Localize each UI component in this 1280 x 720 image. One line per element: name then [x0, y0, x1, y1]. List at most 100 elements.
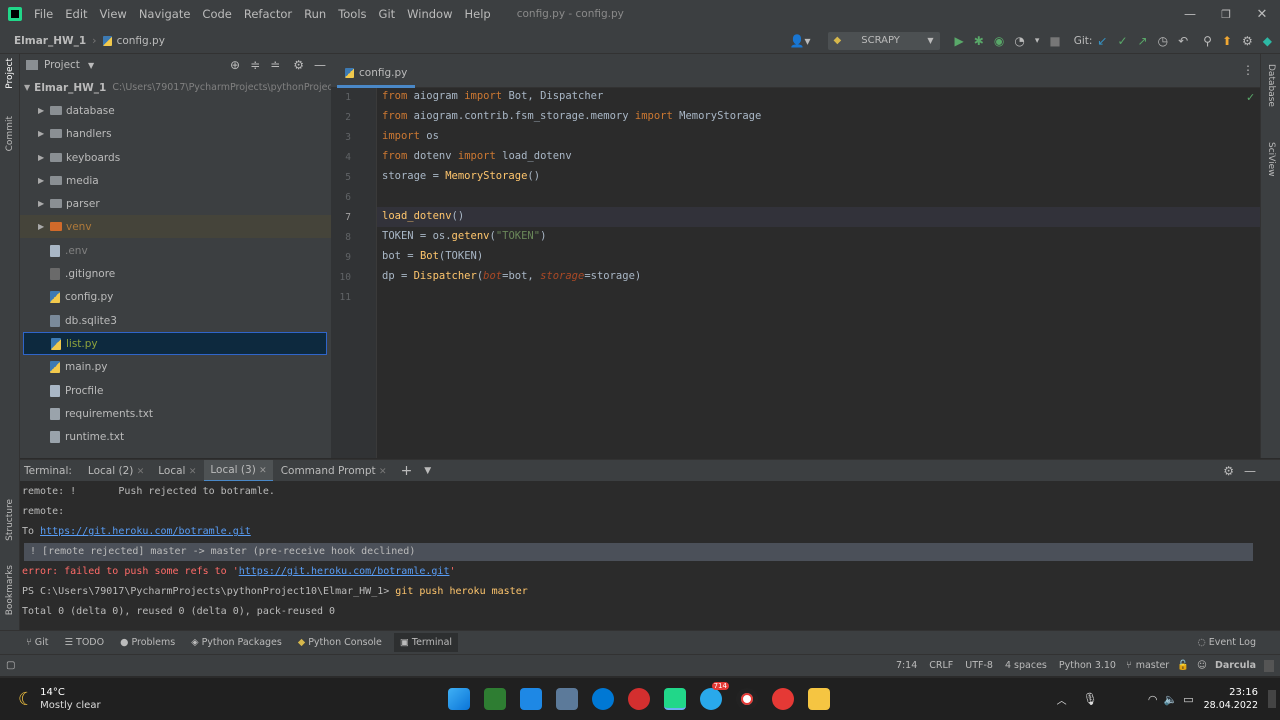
tree-item-requirements[interactable]: requirements.txt [20, 402, 331, 425]
pycharm-icon[interactable] [663, 688, 686, 710]
new-tab-icon[interactable]: + [401, 463, 413, 479]
search-icon[interactable]: ⚲ [1203, 34, 1212, 48]
code-line[interactable]: bot = Bot(TOKEN) [382, 250, 483, 262]
git-commit-icon[interactable]: ✓ [1117, 34, 1127, 48]
menu-edit[interactable]: Edit [59, 0, 93, 28]
hide-icon[interactable]: — [1244, 464, 1256, 478]
menu-git[interactable]: Git [373, 0, 402, 28]
todo-tool-button[interactable]: ☰ TODO [64, 637, 104, 648]
indent-setting[interactable]: 4 spaces [1005, 660, 1047, 671]
tab-local-2[interactable]: Local (2) ✕ [88, 465, 144, 477]
memory-indicator[interactable] [1264, 659, 1274, 672]
git-update-icon[interactable]: ↙ [1097, 34, 1107, 48]
battery-icon[interactable]: ▭ [1183, 693, 1193, 706]
heroku-link[interactable]: https://git.heroku.com/botramle.git [239, 566, 450, 577]
tree-item-env[interactable]: .env [20, 239, 331, 262]
tree-item-keyboards[interactable]: ▶ keyboards [20, 146, 331, 169]
more-icon[interactable]: ⋮ [1242, 63, 1254, 77]
start-icon[interactable] [447, 688, 470, 710]
menu-run[interactable]: Run [298, 0, 332, 28]
menu-view[interactable]: View [94, 0, 133, 28]
coverage-icon[interactable]: ◉ [994, 34, 1004, 48]
folder-icon[interactable] [807, 688, 830, 710]
menu-help[interactable]: Help [459, 0, 497, 28]
tree-root[interactable]: ▼ Elmar_HW_1 C:\Users\79017\PycharmProje… [20, 76, 331, 99]
tree-item-db[interactable]: db.sqlite3 [20, 309, 331, 332]
python-console-tool-button[interactable]: ◆ Python Console [298, 637, 382, 648]
browser-icon[interactable] [591, 688, 614, 710]
menu-code[interactable]: Code [196, 0, 237, 28]
code-line[interactable]: from aiogram import Bot, Dispatcher [382, 90, 603, 102]
minimize-icon[interactable]: — [1172, 7, 1208, 21]
notifications-icon[interactable] [1268, 690, 1276, 708]
user-icon[interactable]: 👤▾ [790, 34, 811, 48]
run-icon[interactable]: ▶ [955, 34, 964, 48]
gear-icon[interactable]: ⚙ [1223, 464, 1234, 478]
locate-icon[interactable]: ⊕ [230, 58, 240, 72]
history-icon[interactable]: ◷ [1158, 34, 1168, 48]
tab-config[interactable]: config.py [337, 60, 416, 88]
menu-navigate[interactable]: Navigate [133, 0, 197, 28]
record-icon[interactable] [735, 688, 758, 710]
menu-file[interactable]: File [28, 0, 59, 28]
interpreter[interactable]: Python 3.10 [1059, 660, 1116, 671]
menu-window[interactable]: Window [401, 0, 458, 28]
settings-icon[interactable]: ⚙ [1242, 34, 1253, 48]
telegram-icon[interactable]: 714 [699, 682, 729, 710]
clock-time[interactable]: 23:16 [1204, 686, 1258, 699]
update-icon[interactable]: ⬆ [1222, 34, 1232, 48]
run-config-select[interactable]: ◆ SCRAPY ▼ [827, 31, 940, 50]
menu-tools[interactable]: Tools [332, 0, 372, 28]
chevron-down-icon[interactable]: ▼ [88, 61, 94, 70]
monitor-icon[interactable] [519, 688, 542, 710]
git-tool-button[interactable]: ⑂ Git [26, 637, 48, 648]
code-line[interactable]: dp = Dispatcher(bot=bot, storage=storage… [382, 270, 641, 282]
tree-item-runtime[interactable]: runtime.txt [20, 425, 331, 448]
commit-tool-button[interactable]: Commit [5, 116, 15, 151]
tray-chevron-icon[interactable]: ︿ [1057, 692, 1067, 707]
opera-icon[interactable] [627, 688, 650, 710]
weather-icon[interactable]: ☾ [18, 689, 34, 710]
tree-item-main[interactable]: main.py [20, 355, 331, 378]
code-line[interactable]: storage = MemoryStorage() [382, 170, 540, 182]
code-line[interactable]: import os [382, 130, 439, 142]
problems-tool-button[interactable]: ● Problems [120, 637, 175, 648]
tree-item-parser[interactable]: ▶ parser [20, 192, 331, 215]
volume-icon[interactable]: 🔈 [1163, 693, 1177, 706]
code-line[interactable]: load_dotenv() [382, 210, 464, 222]
expand-all-icon[interactable]: ≑ [250, 58, 260, 72]
terminal-tool-button[interactable]: ▣ Terminal [393, 633, 459, 652]
profile-icon[interactable]: ◔ [1014, 34, 1024, 48]
python-packages-tool-button[interactable]: ◈ Python Packages [191, 637, 282, 648]
photos-icon[interactable] [555, 688, 578, 710]
restore-icon[interactable]: ❐ [1208, 8, 1244, 21]
tree-item-config[interactable]: config.py [20, 285, 331, 308]
line-separator[interactable]: CRLF [929, 660, 953, 671]
tree-item-handlers[interactable]: ▶ handlers [20, 122, 331, 145]
theme-name[interactable]: Darcula [1215, 660, 1256, 671]
menu-refactor[interactable]: Refactor [238, 0, 298, 28]
tree-item-database[interactable]: ▶ database [20, 99, 331, 122]
more-run-icon[interactable]: ▾ [1035, 36, 1040, 46]
git-push-icon[interactable]: ↗ [1138, 34, 1148, 48]
database-tool-button[interactable]: Database [1266, 64, 1276, 107]
stop-icon[interactable]: ■ [1049, 34, 1060, 48]
gear-icon[interactable]: ⚙ [293, 58, 304, 72]
wifi-icon[interactable]: ◠ [1148, 693, 1158, 706]
heroku-link[interactable]: https://git.heroku.com/botramle.git [40, 526, 251, 537]
caret-position[interactable]: 7:14 [896, 660, 917, 671]
tree-item-procfile[interactable]: Procfile [20, 379, 331, 402]
rollback-icon[interactable]: ↶ [1178, 34, 1188, 48]
tab-command-prompt[interactable]: Command Prompt ✕ [281, 465, 387, 477]
tree-item-venv[interactable]: ▶ venv [20, 215, 331, 238]
bookmarks-tool-button[interactable]: Bookmarks [5, 565, 15, 615]
weather-desc[interactable]: Mostly clear [40, 699, 100, 712]
layout-icon[interactable]: ▢ [6, 660, 15, 671]
file-encoding[interactable]: UTF-8 [965, 660, 993, 671]
collapse-all-icon[interactable]: ≐ [270, 58, 280, 72]
close-icon[interactable]: ✕ [1244, 7, 1280, 22]
tab-local-3[interactable]: Local (3) ✕ [204, 459, 273, 482]
clock-date[interactable]: 28.04.2022 [1204, 699, 1258, 712]
hide-icon[interactable]: — [314, 58, 326, 72]
microphone-icon[interactable]: 🎙 [1083, 692, 1098, 706]
